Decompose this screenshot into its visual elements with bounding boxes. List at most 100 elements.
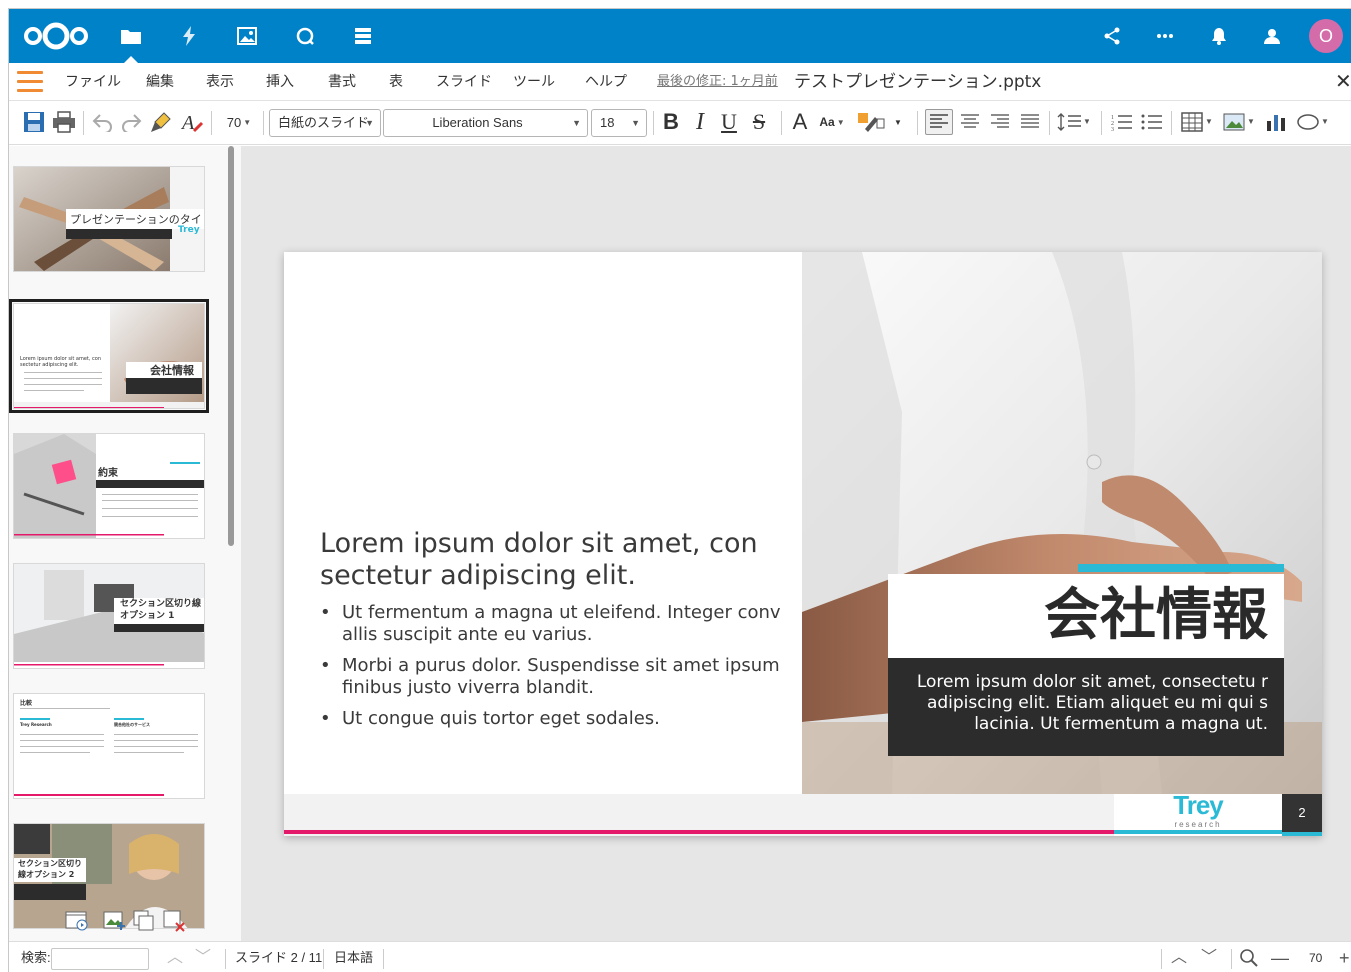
last-modified-link[interactable]: 最後の修正: 1ヶ月前: [657, 63, 778, 101]
activity-icon[interactable]: [175, 22, 203, 50]
svg-text:▼: ▼: [1083, 117, 1089, 126]
print-icon[interactable]: [51, 109, 77, 135]
share-icon[interactable]: [1098, 22, 1126, 50]
current-slide[interactable]: Lorem ipsum dolor sit amet, con sectetur…: [284, 252, 1322, 836]
menu-slide[interactable]: スライド: [436, 63, 492, 101]
menu-tools[interactable]: ツール: [513, 63, 555, 101]
zoom-in-icon[interactable]: +: [1339, 942, 1350, 972]
menu-edit[interactable]: 編集: [146, 63, 174, 101]
bullet-item: Morbi a purus dolor. Suspendisse sit ame…: [320, 655, 790, 699]
files-icon[interactable]: [117, 22, 145, 63]
duplicate-slide-icon[interactable]: [133, 910, 157, 934]
language-indicator[interactable]: 日本語: [334, 942, 373, 972]
slide-layout-dropdown[interactable]: 白紙のスライド ▼: [269, 109, 381, 137]
svg-text:3: 3: [1111, 127, 1114, 132]
slide-counter: スライド 2 / 11: [235, 950, 323, 965]
slide-description[interactable]: Lorem ipsum dolor sit amet, consectetu r…: [902, 672, 1268, 735]
zoom-dropdown[interactable]: 70 ▼: [221, 109, 257, 135]
font-color-button[interactable]: A: [789, 109, 811, 135]
highlight-dropdown-arrow[interactable]: ▼: [891, 109, 905, 135]
insert-image-icon[interactable]: ▼: [1221, 109, 1257, 135]
bullet-item: Ut fermentum a magna ut eleifend. Intege…: [320, 602, 790, 646]
zoom-level: 70: [1309, 951, 1323, 965]
menu-bar: ファイル 編集 表示 挿入 書式 表 スライド ツール ヘルプ 最後の修正: 1…: [9, 63, 1351, 101]
delete-slide-icon[interactable]: [163, 910, 187, 934]
bullet-item: Ut congue quis tortor eget sodales.: [320, 708, 790, 730]
thumb-col1: Trey Research: [20, 722, 52, 727]
strikethrough-button[interactable]: S: [747, 109, 771, 135]
insert-slide-icon[interactable]: [103, 910, 127, 934]
user-avatar[interactable]: O: [1309, 19, 1343, 53]
photos-icon[interactable]: [233, 22, 261, 50]
svg-text:▼: ▼: [1247, 117, 1255, 126]
redo-icon[interactable]: [119, 109, 143, 135]
hamburger-menu-icon[interactable]: [17, 71, 43, 93]
slide-heading[interactable]: Lorem ipsum dolor sit amet, con sectetur…: [320, 528, 790, 592]
align-left-button[interactable]: [925, 109, 953, 135]
svg-text:▼: ▼: [1321, 117, 1329, 126]
thumb-body: Lorem ipsum dolor sit amet, con sectetur…: [20, 356, 102, 368]
close-icon[interactable]: ✕: [1335, 71, 1351, 91]
menu-help[interactable]: ヘルプ: [585, 63, 627, 101]
save-icon[interactable]: [21, 109, 47, 135]
status-bar: 検索: ︿ ﹀ スライド 2 / 11 日本語 ︿ ﹀ — 70 +: [9, 941, 1351, 972]
svg-text:A: A: [180, 112, 195, 133]
page-number: 2: [1298, 805, 1306, 820]
contacts-icon[interactable]: [1258, 22, 1286, 50]
line-spacing-icon[interactable]: ▼: [1055, 109, 1091, 135]
undo-icon[interactable]: [91, 109, 115, 135]
zoom-fit-icon[interactable]: [1239, 948, 1261, 968]
document-title[interactable]: テストプレゼンテーション.pptx: [794, 63, 1041, 101]
trey-logo: Trey: [1173, 790, 1224, 820]
menu-table[interactable]: 表: [389, 63, 403, 101]
slide-thumbnail-2[interactable]: Lorem ipsum dolor sit amet, con sectetur…: [9, 299, 209, 413]
search-input[interactable]: [51, 948, 149, 970]
italic-button[interactable]: I: [689, 109, 711, 135]
numbered-list-icon[interactable]: 123: [1109, 109, 1135, 135]
notifications-icon[interactable]: [1205, 22, 1233, 50]
svg-text:▼: ▼: [1205, 117, 1213, 126]
insert-table-icon[interactable]: ▼: [1179, 109, 1215, 135]
align-right-button[interactable]: [987, 109, 1013, 135]
nextcloud-logo-icon[interactable]: [21, 19, 91, 53]
change-case-button[interactable]: Aa ▼: [815, 109, 849, 135]
sidebar-scrollbar[interactable]: [228, 146, 234, 546]
underline-button[interactable]: U: [717, 109, 741, 135]
formatting-toolbar: A 70 ▼ 白紙のスライド ▼ Liberation Sans ▼ 18 ▼ B I …: [9, 101, 1351, 145]
justify-button[interactable]: [1017, 109, 1043, 135]
deck-icon[interactable]: [349, 22, 377, 50]
thumb-col2: 競合他社のサービス: [114, 722, 150, 727]
zoom-out-icon[interactable]: —: [1271, 942, 1289, 972]
slide-thumbnail-5[interactable]: 比較 Trey Research 競合他社のサービス: [13, 693, 205, 799]
slide-show-icon[interactable]: [65, 910, 89, 934]
search-icon[interactable]: [291, 22, 319, 50]
highlight-color-icon[interactable]: [854, 109, 888, 135]
menu-insert[interactable]: 挿入: [266, 63, 294, 101]
clear-formatting-icon[interactable]: A: [179, 109, 205, 135]
prev-page-icon[interactable]: ︿: [1171, 942, 1187, 972]
clone-formatting-icon[interactable]: [149, 109, 173, 135]
slide-thumbnail-4[interactable]: セクション区切り線オプション 1: [13, 563, 205, 669]
bold-button[interactable]: B: [659, 109, 683, 135]
insert-shape-icon[interactable]: ▼: [1295, 109, 1331, 135]
search-next-icon[interactable]: ﹀: [195, 942, 211, 972]
font-name-dropdown[interactable]: Liberation Sans ▼: [383, 109, 588, 137]
search-label: 検索:: [21, 950, 51, 965]
next-page-icon[interactable]: ﹀: [1201, 942, 1217, 972]
menu-view[interactable]: 表示: [206, 63, 234, 101]
footer-accent-line: [284, 830, 1114, 834]
slide-thumbnail-3[interactable]: 約束: [13, 433, 205, 539]
more-icon[interactable]: [1151, 22, 1179, 50]
thumb-title: セクション区切り線オプション 1: [120, 599, 202, 621]
menu-file[interactable]: ファイル: [65, 63, 121, 101]
slide-bullet-list[interactable]: Ut fermentum a magna ut eleifend. Intege…: [320, 602, 790, 739]
search-prev-icon[interactable]: ︿: [167, 942, 183, 972]
font-size-dropdown[interactable]: 18 ▼: [591, 109, 647, 137]
insert-chart-icon[interactable]: [1263, 109, 1289, 135]
slide-title[interactable]: 会社情報: [888, 574, 1268, 658]
menu-format[interactable]: 書式: [328, 63, 356, 101]
align-center-button[interactable]: [957, 109, 983, 135]
bullet-list-icon[interactable]: [1139, 109, 1165, 135]
thumb-brand: Trey: [178, 225, 200, 235]
slide-thumbnail-1[interactable]: プレゼンテーションのタイトル Trey: [13, 166, 205, 272]
